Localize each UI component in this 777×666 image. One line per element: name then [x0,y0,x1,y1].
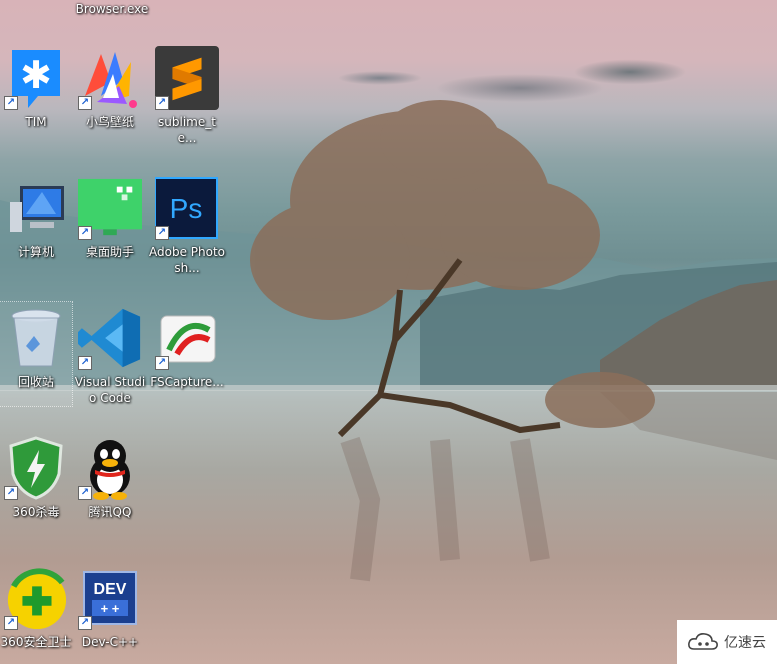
shortcut-arrow-icon: ↗ [78,356,92,370]
recycle-bin-item[interactable]: 回收站 [0,301,73,407]
browser-exe-label: Browser.exe [75,2,149,16]
sublime-text-shortcut[interactable]: ↗ sublime_te... [151,42,223,146]
shortcut-arrow-icon: ↗ [155,356,169,370]
vscode-shortcut[interactable]: ↗ Visual Studio Code [74,302,146,406]
360-security-shortcut[interactable]: ↗ 360安全卫士 [0,562,72,666]
tencent-qq-shortcut[interactable]: ↗ 腾讯QQ [74,432,146,536]
icon-label: 回收站 [17,375,54,389]
tim-icon: ✱ ↗ [4,46,68,110]
shortcut-arrow-icon: ↗ [78,96,92,110]
icon-label: 桌面助手 [85,245,134,259]
watermark: 亿速云 [677,620,777,664]
shortcut-arrow-icon: ↗ [78,616,92,630]
recycle-bin-icon [4,306,68,370]
desktop-assistant-shortcut[interactable]: ↗ 桌面助手 [74,172,146,276]
tencent-qq-icon: ↗ [78,436,142,500]
360-antivirus-icon: ↗ [4,436,68,500]
icon-label: 腾讯QQ [88,505,132,519]
shortcut-arrow-icon: ↗ [155,226,169,240]
photoshop-icon: Ps ↗ [155,176,219,240]
shortcut-arrow-icon: ↗ [78,226,92,240]
dev-cpp-shortcut[interactable]: DEV + + ↗ Dev-C++ [74,562,146,666]
icon-label: 小鸟壁纸 [85,115,134,129]
desktop-assistant-icon: ↗ [78,176,142,240]
vscode-icon: ↗ [78,306,142,370]
shortcut-arrow-icon: ↗ [78,486,92,500]
cloud-logo-icon [688,633,718,650]
bird-wallpaper-icon: ↗ [78,46,142,110]
360-security-icon: ↗ [4,566,68,630]
computer-icon [4,176,68,240]
tim-shortcut[interactable]: ✱ ↗ TIM [0,42,72,146]
shortcut-arrow-icon: ↗ [155,96,169,110]
shortcut-arrow-icon: ↗ [4,616,18,630]
fscapture-shortcut[interactable]: ↗ FSCapture... [150,302,224,406]
icon-label: sublime_te... [158,115,216,145]
shortcut-arrow-icon: ↗ [4,96,18,110]
photoshop-shortcut[interactable]: Ps ↗ Adobe Photosh... [149,172,226,276]
icon-label: Visual Studio Code [74,375,146,405]
icon-label: 360杀毒 [12,505,60,519]
icon-label: Dev-C++ [81,635,139,649]
svg-text:+ +: + + [101,601,120,616]
dev-cpp-icon: DEV + + ↗ [78,566,142,630]
dev-glyph: DEV [94,581,127,598]
icon-label: TIM [25,115,47,129]
icon-label: Adobe Photosh... [149,245,226,275]
shortcut-arrow-icon: ↗ [4,486,18,500]
svg-text:✱: ✱ [20,53,52,97]
bird-wallpaper-shortcut[interactable]: ↗ 小鸟壁纸 [74,42,146,146]
photoshop-glyph: Ps [170,193,203,224]
icon-label: 计算机 [17,245,54,259]
icon-label: 360安全卫士 [0,635,72,649]
icon-label: FSCapture... [150,375,224,389]
sublime-text-icon: ↗ [155,46,219,110]
watermark-text: 亿速云 [724,635,766,651]
360-antivirus-shortcut[interactable]: ↗ 360杀毒 [0,432,72,536]
computer-icon-item[interactable]: 计算机 [0,172,72,276]
fscapture-icon: ↗ [155,306,219,370]
